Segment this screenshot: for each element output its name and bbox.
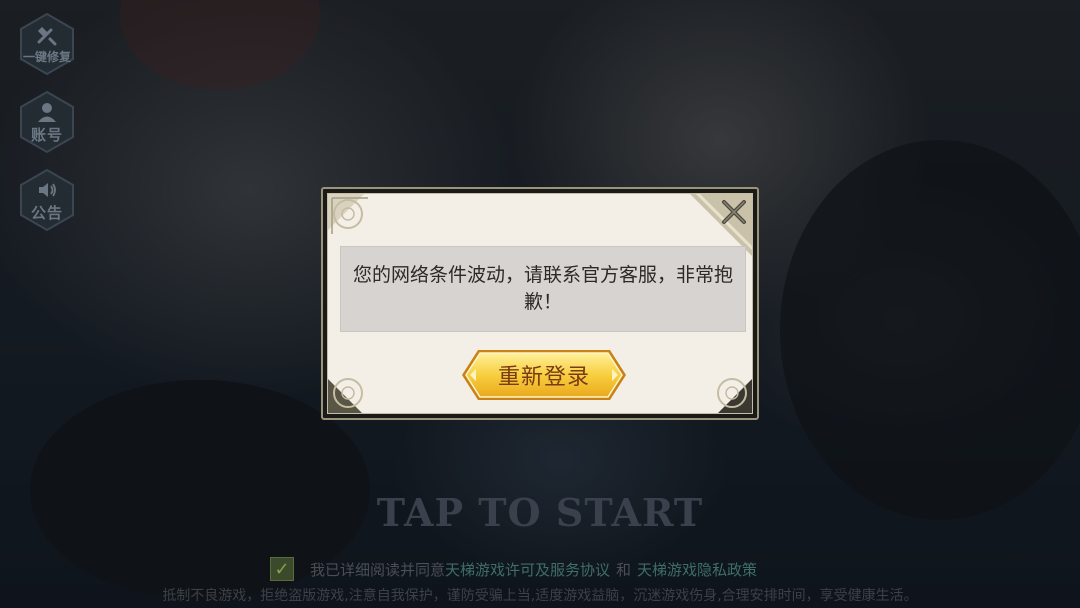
account-button[interactable]: 账号	[18, 90, 76, 154]
error-message-box: 您的网络条件波动，请联系官方客服，非常抱歉！	[340, 246, 746, 332]
notice-button[interactable]: 公告	[18, 168, 76, 232]
corner-ornament-icon	[328, 378, 363, 413]
tap-to-start-text[interactable]: TAP TO START	[0, 490, 1080, 535]
privacy-policy-link[interactable]: 天梯游戏隐私政策	[637, 559, 757, 580]
error-message-text: 您的网络条件波动，请联系官方客服，非常抱歉！	[352, 264, 733, 313]
agreement-prefix: 我已详细阅读并同意	[310, 560, 446, 579]
speaker-icon	[39, 183, 56, 197]
game-login-screen: 一键修复 账号 公告 TAP TO START ✓ 我已详细阅读并同意 天梯游戏…	[0, 0, 1080, 608]
repair-button[interactable]: 一键修复	[18, 12, 76, 76]
hammer-wrench-icon	[37, 26, 57, 46]
account-label: 账号	[30, 126, 63, 144]
repair-label: 一键修复	[22, 50, 71, 64]
notice-label: 公告	[30, 204, 63, 222]
relogin-label: 重新登录	[497, 365, 590, 390]
corner-ornament-icon	[717, 378, 752, 413]
network-error-dialog: 您的网络条件波动，请联系官方客服，非常抱歉！ 重新登录	[321, 187, 759, 420]
agreement-row: ✓ 我已详细阅读并同意 天梯游戏许可及服务协议 和 天梯游戏隐私政策	[270, 556, 757, 582]
agreement-checkbox[interactable]: ✓	[270, 557, 294, 581]
health-gaming-notice: 抵制不良游戏，拒绝盗版游戏,注意自我保护，谨防受骗上当,适度游戏益脑，沉迷游戏伤…	[162, 588, 918, 604]
check-icon: ✓	[274, 558, 290, 580]
corner-ornament-icon	[328, 194, 368, 234]
license-agreement-link[interactable]: 天梯游戏许可及服务协议	[445, 559, 610, 580]
dialog-panel: 您的网络条件波动，请联系官方客服，非常抱歉！ 重新登录	[327, 193, 753, 414]
relogin-button[interactable]: 重新登录	[460, 348, 628, 402]
person-icon	[38, 103, 56, 122]
agreement-conjunction: 和	[616, 560, 632, 579]
